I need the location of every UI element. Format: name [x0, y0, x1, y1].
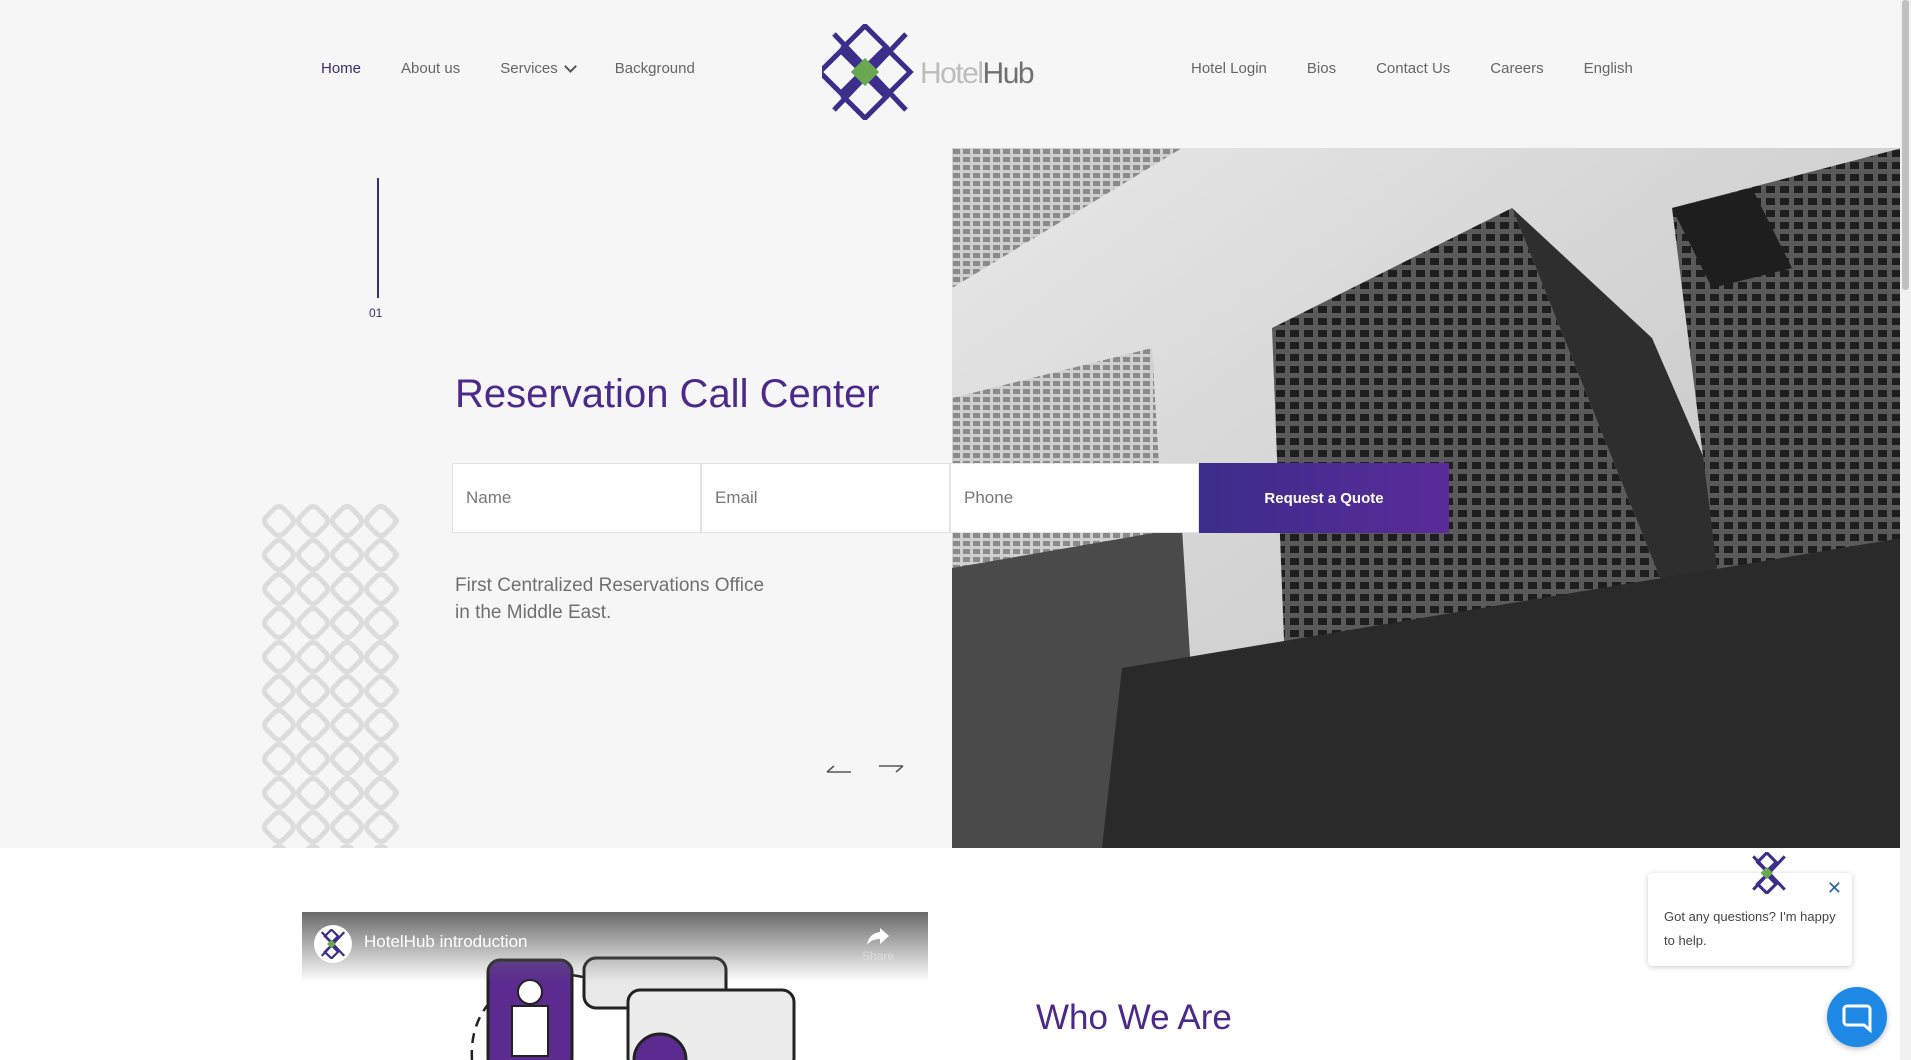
logo-wordmark: HotelHub — [920, 57, 1035, 91]
nav-services-label: Services — [500, 60, 558, 77]
arrow-left-icon[interactable] — [826, 762, 852, 776]
slide-indicator-line — [377, 178, 379, 298]
nav-hotel-login[interactable]: Hotel Login — [1191, 60, 1267, 77]
nav-background-label: Background — [614, 60, 695, 77]
nav-bios[interactable]: Bios — [1307, 60, 1336, 77]
hotelhub-logo-icon — [320, 929, 346, 959]
email-input[interactable] — [701, 463, 950, 533]
logo-text-hub: Hub — [982, 57, 1035, 90]
nav-background[interactable]: Background — [615, 60, 695, 77]
video-embed[interactable]: HotelHub introduction Share — [302, 912, 928, 1060]
nav-home[interactable]: Home — [321, 60, 361, 77]
video-share-button[interactable]: Share — [862, 926, 894, 963]
share-label: Share — [862, 949, 895, 963]
nav-bios-label: Bios — [1306, 60, 1337, 77]
lower-section — [0, 848, 1900, 1060]
page-scrollbar[interactable] — [1900, 0, 1911, 1060]
video-title[interactable]: HotelHub introduction — [364, 932, 527, 952]
slider-arrows — [826, 762, 904, 776]
nav-right: Hotel Login Bios Contact Us Careers Engl… — [1191, 60, 1673, 77]
nav-careers[interactable]: Careers — [1490, 60, 1543, 77]
nav-contact-label: Contact Us — [1376, 60, 1451, 77]
nav-contact[interactable]: Contact Us — [1376, 60, 1450, 77]
nav-services[interactable]: Services — [500, 59, 577, 77]
close-icon[interactable]: ✕ — [1827, 879, 1842, 897]
nav-about-label: About us — [401, 60, 461, 77]
slide-number: 01 — [369, 306, 383, 320]
chat-icon — [1842, 1004, 1872, 1033]
share-icon — [867, 928, 890, 945]
site-logo[interactable]: HotelHub — [822, 24, 1035, 120]
hotelhub-logo-icon — [822, 24, 914, 120]
name-input[interactable] — [452, 463, 701, 533]
nav-about[interactable]: About us — [401, 60, 460, 77]
nav-language-label: English — [1583, 60, 1633, 77]
nav-language[interactable]: English — [1584, 60, 1633, 77]
phone-input[interactable] — [950, 463, 1199, 533]
hero-title: Reservation Call Center — [455, 372, 880, 416]
request-quote-button[interactable]: Request a Quote — [1199, 463, 1449, 533]
site-header: Home About us Services Background HotelH… — [0, 0, 1900, 148]
nav-left: Home About us Services Background — [321, 59, 735, 77]
quote-form: Request a Quote — [452, 463, 1449, 533]
hero-subtitle: First Centralized Reservations Office in… — [455, 575, 765, 623]
chat-bot-avatar — [1748, 850, 1790, 896]
arrow-right-icon[interactable] — [878, 762, 904, 776]
nav-home-label: Home — [321, 60, 362, 77]
hotelhub-logo-icon — [1752, 850, 1786, 896]
section-title: Who We Are — [1036, 998, 1232, 1037]
chat-launcher-button[interactable] — [1827, 987, 1887, 1047]
chat-message: Got any questions? I'm happy to help. — [1664, 909, 1836, 948]
scrollbar-thumb[interactable] — [1902, 0, 1909, 290]
nav-hotel-login-label: Hotel Login — [1191, 60, 1267, 77]
nav-careers-label: Careers — [1490, 60, 1544, 77]
decorative-pattern — [262, 504, 399, 848]
logo-text-hotel: Hotel — [920, 57, 984, 90]
chevron-down-icon — [563, 59, 577, 73]
channel-avatar[interactable] — [314, 925, 352, 963]
